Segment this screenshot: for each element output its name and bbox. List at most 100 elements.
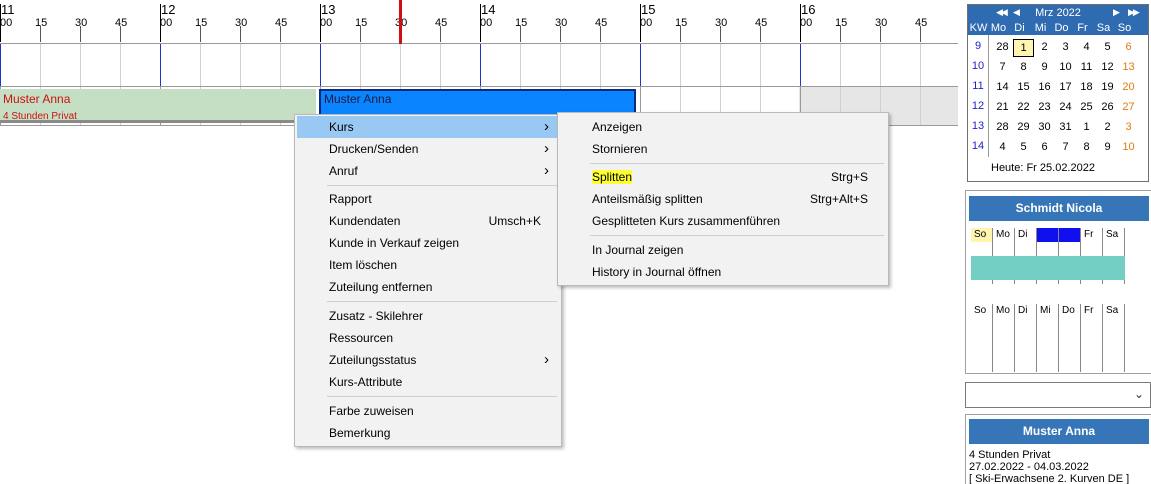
calendar-day[interactable]: 7 [1055,139,1076,157]
week-number[interactable]: 14 [968,140,988,152]
calendar-day[interactable]: 18 [1076,79,1097,97]
calendar-day[interactable]: 12 [1097,59,1118,77]
employee-week-current[interactable]: So Mo Di Mi Do Fr Sa [971,228,1125,284]
menu-item-kurs[interactable]: Kurs › [297,116,559,138]
calendar-day[interactable]: 28 [992,39,1013,57]
calendar-day[interactable]: 31 [1055,119,1076,137]
submenu-item-gesplitteten-kurs-zusammenführen[interactable]: Gesplitteten Kurs zusammenführen [560,210,886,232]
calendar-day[interactable]: 6 [1118,39,1139,57]
submenu-item-history-in-journal-öffnen[interactable]: History in Journal öffnen [560,261,886,283]
employee-week-next[interactable]: So Mo Di Mi Do Fr Sa [971,304,1125,372]
menu-item-label: Anruf [329,164,358,178]
calendar-day[interactable]: 10 [1118,139,1139,157]
hour-label: 16 [801,2,816,17]
calendar-day[interactable]: 24 [1055,99,1076,117]
menu-item-kurs-attribute[interactable]: Kurs-Attribute [297,371,559,393]
submenu-item-anzeigen[interactable]: Anzeigen [560,116,886,138]
calendar-day[interactable]: 6 [1034,139,1055,157]
timeline[interactable]: 1100153045120015304513001530451400153045… [0,0,958,126]
week-number[interactable]: 10 [968,60,988,72]
calendar-day[interactable]: 19 [1097,79,1118,97]
calendar-day[interactable]: 25 [1076,99,1097,117]
calendar-day[interactable]: 4 [1076,39,1097,57]
day-column[interactable] [1037,318,1059,372]
calendar-day[interactable]: 8 [1076,139,1097,157]
menu-item-zuteilungsstatus[interactable]: Zuteilungsstatus › [297,349,559,371]
minute-label: 45 [915,17,928,29]
calendar-day[interactable]: 9 [1034,59,1055,77]
next-month-icon[interactable]: ▶ [1113,7,1120,18]
submenu-item-splitten[interactable]: Splitten Strg+S [560,166,886,188]
calendar-day[interactable]: 30 [1034,119,1055,137]
menu-item-kundendaten[interactable]: Kundendaten Umsch+K [297,210,559,232]
submenu-item-stornieren[interactable]: Stornieren [560,138,886,160]
calendar-day[interactable]: 1 [1076,119,1097,137]
booking-item[interactable]: Muster Anna 4 Stunden Privat [0,89,316,123]
submenu-item-in-journal-zeigen[interactable]: In Journal zeigen [560,239,886,261]
week-number[interactable]: 9 [968,40,988,52]
calendar-day[interactable]: 23 [1034,99,1055,117]
calendar-day[interactable]: 17 [1055,79,1076,97]
menu-item-label: Drucken/Senden [329,142,419,156]
week-number[interactable]: 11 [968,80,988,92]
calendar-day[interactable]: 27 [1118,99,1139,117]
calendar-day[interactable]: 3 [1118,119,1139,137]
day-column[interactable] [1103,318,1125,372]
submenu-item-anteilsmä-ig-splitten[interactable]: Anteilsmäßig splitten Strg+Alt+S [560,188,886,210]
calendar-day[interactable]: 21 [992,99,1013,117]
calendar-day[interactable]: 9 [1097,139,1118,157]
minute-label: 45 [435,17,448,29]
calendar-day[interactable]: 5 [1013,139,1034,157]
menu-item-anruf[interactable]: Anruf › [297,160,559,182]
booking-name: Muster Anna [324,92,392,106]
calendar-day[interactable]: 14 [992,79,1013,97]
calendar-day[interactable]: 22 [1013,99,1034,117]
resource-dropdown[interactable]: ⌄ [965,382,1151,408]
calendar-day[interactable]: 7 [992,59,1013,77]
menu-item-bemerkung[interactable]: Bemerkung [297,422,559,444]
day-column[interactable] [1015,318,1037,372]
grid-line [320,44,321,86]
ruler-tick [800,4,801,42]
calendar-day[interactable]: 29 [1013,119,1034,137]
calendar-day[interactable]: 2 [1097,119,1118,137]
today-label[interactable]: Heute: Fr 25.02.2022 [991,162,1095,174]
next-year-icon[interactable]: ▶▶ [1128,7,1140,18]
ruler-tick [0,4,1,42]
day-column[interactable] [1081,318,1103,372]
calendar-day[interactable]: 11 [1076,59,1097,77]
day-column[interactable] [971,318,993,372]
assignment-bar[interactable] [971,256,1125,280]
day-column[interactable] [1059,318,1081,372]
menu-item-ressourcen[interactable]: Ressourcen [297,327,559,349]
calendar-day[interactable]: 2 [1034,39,1055,57]
chevron-down-icon[interactable]: ⌄ [1134,387,1144,401]
calendar-day[interactable]: 10 [1055,59,1076,77]
calendar-day[interactable]: 13 [1118,59,1139,77]
menu-item-farbe-zuweisen[interactable]: Farbe zuweisen [297,400,559,422]
week-number[interactable]: 13 [968,120,988,132]
menu-item-shortcut: Strg+S [830,170,868,184]
calendar-day[interactable]: 15 [1013,79,1034,97]
calendar-day[interactable]: 5 [1097,39,1118,57]
calendar-day[interactable]: 20 [1118,79,1139,97]
ruler-tick [280,26,281,42]
schedule-row[interactable] [0,44,958,87]
menu-item-zuteilung-entfernen[interactable]: Zuteilung entfernen [297,276,559,298]
menu-item-zusatz-skilehrer[interactable]: Zusatz - Skilehrer [297,305,559,327]
calendar-day[interactable]: 3 [1055,39,1076,57]
menu-item-rapport[interactable]: Rapport [297,188,559,210]
calendar-day[interactable]: 1 [1013,39,1034,57]
calendar-day[interactable]: 4 [992,139,1013,157]
minute-label: 45 [115,17,128,29]
menu-item-item-löschen[interactable]: Item löschen [297,254,559,276]
menu-item-kunde-in-verkauf-zeigen[interactable]: Kunde in Verkauf zeigen [297,232,559,254]
calendar-day[interactable]: 28 [992,119,1013,137]
calendar-day[interactable]: 8 [1013,59,1034,77]
minute-label: 00 [160,17,173,29]
calendar-day[interactable]: 16 [1034,79,1055,97]
calendar-day[interactable]: 26 [1097,99,1118,117]
menu-item-drucken-senden[interactable]: Drucken/Senden › [297,138,559,160]
day-column[interactable] [993,318,1015,372]
week-number[interactable]: 12 [968,100,988,112]
